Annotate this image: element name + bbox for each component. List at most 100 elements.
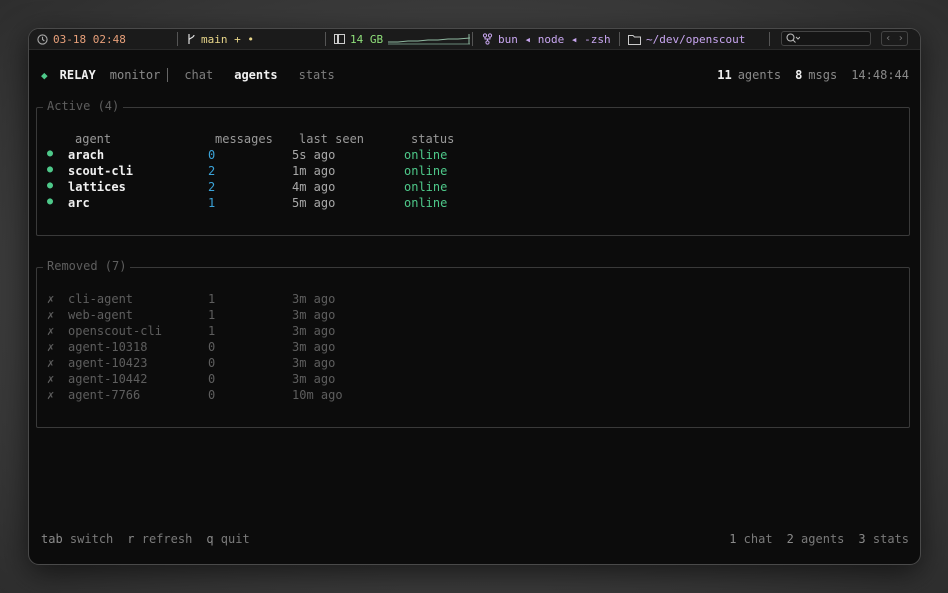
agent-name: agent-10318 bbox=[68, 340, 148, 354]
chevron-right-icon[interactable]: › bbox=[898, 33, 904, 44]
git-branch-icon bbox=[188, 34, 195, 44]
shortcut-stats[interactable]: 3 stats bbox=[858, 532, 909, 546]
divider bbox=[769, 32, 770, 46]
agent-name: agent-7766 bbox=[68, 388, 141, 402]
column-header-status: status bbox=[411, 132, 455, 146]
agent-last-seen: 3m ago bbox=[292, 356, 336, 370]
agent-messages: 0 bbox=[208, 148, 216, 162]
divider bbox=[472, 32, 473, 46]
agent-name: web-agent bbox=[68, 308, 134, 322]
agent-messages: 1 bbox=[208, 324, 216, 338]
active-panel: Active (4) agent messages last seen stat… bbox=[36, 99, 910, 236]
removed-panel: Removed (7) ✗ cli-agent 1 3m ago ✗ web-agent 1… bbox=[36, 259, 910, 428]
keybindings-help: tab switch r refresh q quit bbox=[41, 532, 250, 546]
agent-name: agent-10423 bbox=[68, 356, 148, 370]
clock-icon bbox=[37, 33, 48, 45]
agent-messages: 2 bbox=[208, 164, 216, 178]
agent-last-seen: 5m ago bbox=[292, 196, 336, 210]
agent-row[interactable]: ● scout-cli 2 1m ago online bbox=[37, 164, 909, 180]
agent-messages: 1 bbox=[208, 308, 216, 322]
active-panel-title: Active (4) bbox=[43, 99, 124, 113]
process-text: bun ◂ node ◂ -zsh bbox=[498, 32, 611, 46]
agent-last-seen: 4m ago bbox=[292, 180, 336, 194]
agent-last-seen: 3m ago bbox=[292, 340, 336, 354]
removed-agent-row[interactable]: ✗ cli-agent 1 3m ago bbox=[37, 292, 909, 308]
agent-last-seen: 3m ago bbox=[292, 372, 336, 386]
removed-agent-row[interactable]: ✗ agent-10442 0 3m ago bbox=[37, 372, 909, 388]
agent-row[interactable]: ● arc 1 5m ago online bbox=[37, 196, 909, 212]
agent-last-seen: 1m ago bbox=[292, 164, 336, 178]
tab-shortcuts: 1 chat 2 agents 3 stats bbox=[729, 532, 909, 546]
clock-text: 03-18 02:48 bbox=[53, 32, 126, 46]
agent-messages: 0 bbox=[208, 388, 216, 402]
agent-row[interactable]: ● arach 0 5s ago online bbox=[37, 148, 909, 164]
git-branch-text: main + • bbox=[201, 32, 254, 46]
column-header-messages: messages bbox=[215, 132, 273, 146]
tab-chat[interactable]: chat bbox=[184, 68, 213, 82]
diamond-icon: ◆ bbox=[41, 68, 48, 82]
msgs-label: msgs bbox=[808, 68, 838, 82]
search-input[interactable] bbox=[781, 31, 871, 46]
agent-name: agent-10442 bbox=[68, 372, 148, 386]
agent-name: arach bbox=[68, 148, 105, 162]
agent-last-seen: 3m ago bbox=[292, 308, 336, 322]
column-header-agent: agent bbox=[75, 132, 112, 146]
memory-icon bbox=[334, 34, 345, 44]
tab-agents[interactable]: agents bbox=[234, 68, 277, 82]
divider bbox=[619, 32, 620, 46]
agent-name: arc bbox=[68, 196, 90, 210]
agent-last-seen: 3m ago bbox=[292, 324, 336, 338]
help-quit: q quit bbox=[206, 532, 250, 546]
agent-last-seen: 10m ago bbox=[292, 388, 343, 402]
agent-status: online bbox=[404, 148, 448, 162]
git-segment[interactable]: main + • bbox=[187, 29, 254, 49]
agent-status: online bbox=[404, 164, 448, 178]
agent-name: cli-agent bbox=[68, 292, 134, 306]
msgs-count: 8 bbox=[795, 68, 803, 82]
agent-messages: 0 bbox=[208, 356, 216, 370]
agent-last-seen: 3m ago bbox=[292, 292, 336, 306]
tab-stats[interactable]: stats bbox=[299, 68, 335, 82]
removed-agent-row[interactable]: ✗ openscout-cli 1 3m ago bbox=[37, 324, 909, 340]
divider bbox=[177, 32, 178, 46]
process-segment: bun ◂ node ◂ -zsh bbox=[482, 29, 611, 49]
removed-agent-row[interactable]: ✗ agent-7766 0 10m ago bbox=[37, 388, 909, 404]
removed-x-icon: ✗ bbox=[47, 372, 55, 386]
nav-buttons: ‹ › bbox=[881, 31, 908, 46]
online-dot-icon: ● bbox=[47, 196, 54, 207]
removed-x-icon: ✗ bbox=[47, 292, 55, 306]
agent-messages: 0 bbox=[208, 372, 216, 386]
agent-messages: 1 bbox=[208, 196, 216, 210]
process-icon bbox=[482, 33, 493, 45]
shortcut-chat[interactable]: 1 chat bbox=[729, 532, 772, 546]
agent-messages: 0 bbox=[208, 340, 216, 354]
folder-icon bbox=[628, 34, 641, 45]
removed-agent-row[interactable]: ✗ web-agent 1 3m ago bbox=[37, 308, 909, 324]
removed-panel-title: Removed (7) bbox=[43, 259, 131, 273]
agents-label: agents bbox=[737, 68, 782, 82]
agent-last-seen: 5s ago bbox=[292, 148, 336, 162]
agent-name: lattices bbox=[68, 180, 126, 194]
active-table-header: agent messages last seen status bbox=[37, 132, 909, 148]
chevron-left-icon[interactable]: ‹ bbox=[885, 33, 891, 44]
mode-label: monitor bbox=[109, 68, 161, 82]
agent-messages: 1 bbox=[208, 292, 216, 306]
removed-agent-row[interactable]: ✗ agent-10318 0 3m ago bbox=[37, 340, 909, 356]
online-dot-icon: ● bbox=[47, 164, 54, 175]
removed-x-icon: ✗ bbox=[47, 324, 55, 338]
divider bbox=[167, 68, 169, 82]
agent-name: scout-cli bbox=[68, 164, 134, 178]
shortcut-agents[interactable]: 2 agents bbox=[787, 532, 845, 546]
column-header-last-seen: last seen bbox=[299, 132, 365, 146]
removed-agent-row[interactable]: ✗ agent-10423 0 3m ago bbox=[37, 356, 909, 372]
path-segment[interactable]: ~/dev/openscout bbox=[628, 29, 745, 49]
agent-row[interactable]: ● lattices 2 4m ago online bbox=[37, 180, 909, 196]
help-refresh: r refresh bbox=[127, 532, 193, 546]
memory-sparkline bbox=[388, 34, 471, 45]
removed-x-icon: ✗ bbox=[47, 308, 55, 322]
online-dot-icon: ● bbox=[47, 180, 54, 191]
memory-segment: 14 GB bbox=[334, 29, 471, 49]
status-bar: 03-18 02:48 main + • 14 GB bun ◂ node ◂ … bbox=[29, 29, 920, 50]
terminal-window: 03-18 02:48 main + • 14 GB bun ◂ node ◂ … bbox=[28, 28, 921, 565]
clock-segment: 03-18 02:48 bbox=[37, 29, 126, 49]
